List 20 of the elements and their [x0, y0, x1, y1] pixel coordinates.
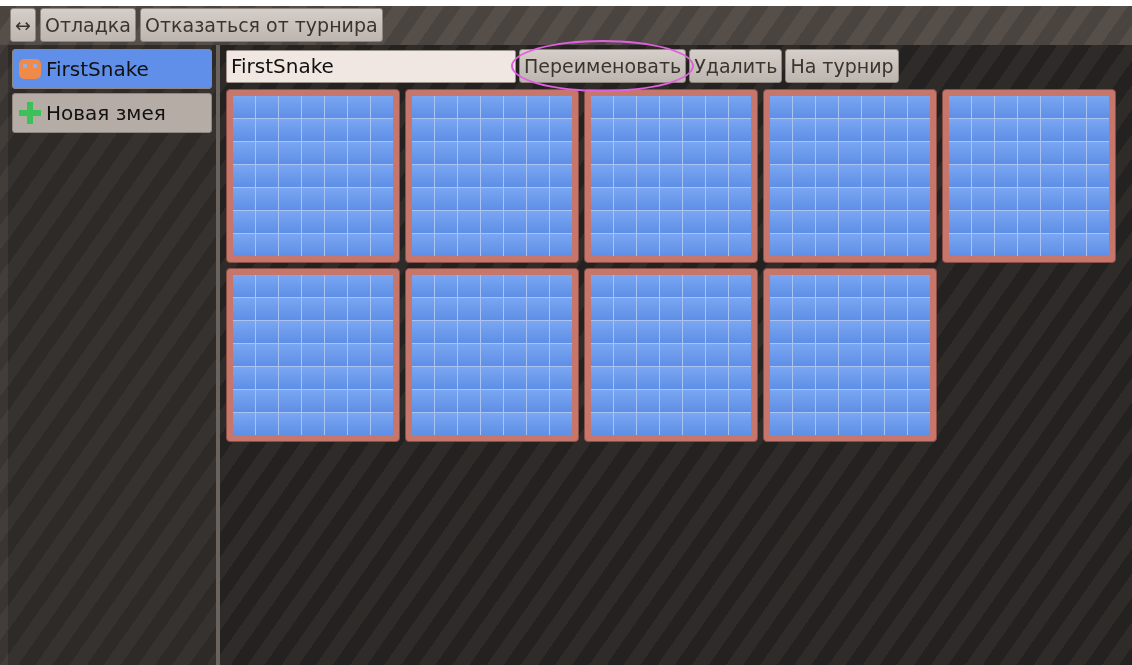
toolbar-button[interactable]: ↔ [10, 8, 36, 42]
grid-tile[interactable] [942, 89, 1116, 263]
grid-tile[interactable] [763, 89, 937, 263]
sidebar-item[interactable]: FirstSnake [12, 49, 212, 89]
plus-icon [18, 101, 42, 125]
name-field[interactable]: FirstSnake [226, 49, 516, 83]
grid-tile[interactable] [226, 268, 400, 442]
grid-tile[interactable] [584, 268, 758, 442]
grid-tile[interactable] [584, 89, 758, 263]
grid-tile[interactable] [226, 89, 400, 263]
grid-tile[interactable] [763, 268, 937, 442]
sidebar-item[interactable]: Новая змея [12, 93, 212, 133]
toolbar-button[interactable]: Отладка [39, 8, 136, 42]
grid-tile[interactable] [405, 268, 579, 442]
action-button[interactable]: На турнир [785, 49, 899, 83]
grid-tile[interactable] [405, 89, 579, 263]
action-button[interactable]: Переименовать [519, 49, 687, 83]
action-button[interactable]: Удалить [689, 49, 783, 83]
robot-face-icon [18, 57, 42, 81]
toolbar-button[interactable]: Отказаться от турнира [140, 8, 383, 42]
